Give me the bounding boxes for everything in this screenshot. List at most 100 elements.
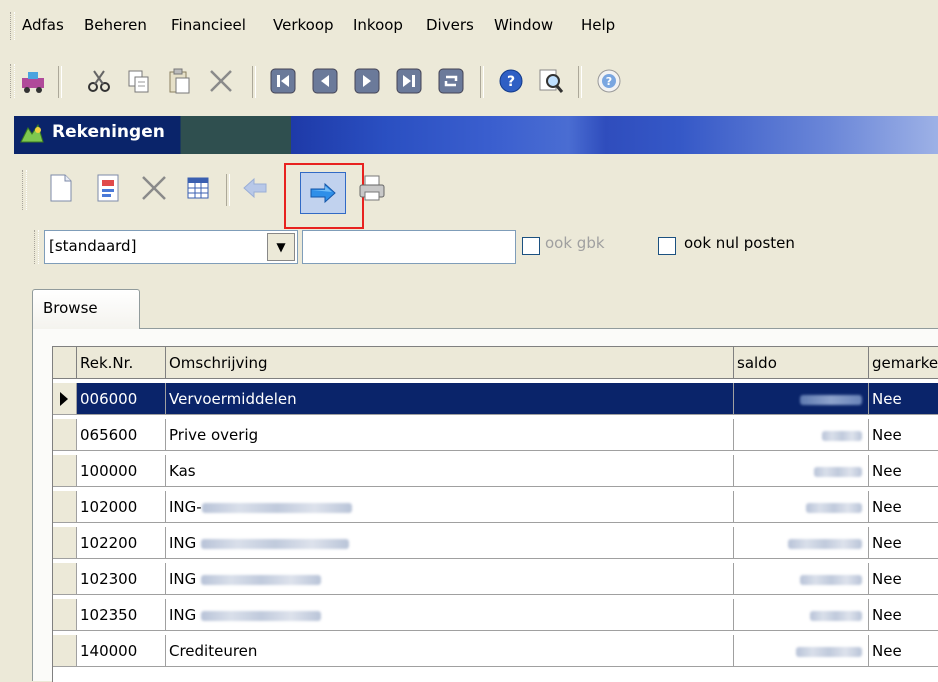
menu-verkoop[interactable]: Verkoop bbox=[270, 12, 337, 38]
cell-omschrijving[interactable]: Crediteuren bbox=[166, 635, 734, 667]
cell-saldo[interactable] bbox=[734, 491, 869, 523]
table-row[interactable]: 102350 ING Nee bbox=[53, 599, 938, 631]
new-icon[interactable] bbox=[42, 170, 78, 206]
search-input[interactable] bbox=[302, 230, 516, 264]
back-arrow-icon[interactable] bbox=[238, 170, 274, 206]
cell-gemarkeerd[interactable]: Nee bbox=[869, 599, 938, 631]
cell-saldo[interactable] bbox=[734, 383, 869, 415]
previous-record-icon[interactable] bbox=[310, 66, 340, 96]
edit-icon[interactable] bbox=[90, 170, 126, 206]
first-record-icon[interactable] bbox=[268, 66, 298, 96]
ook-nul-checkbox[interactable] bbox=[658, 237, 676, 255]
cell-reknr[interactable]: 102350 bbox=[77, 599, 166, 631]
menubar-grip[interactable] bbox=[10, 12, 15, 40]
cell-saldo[interactable] bbox=[734, 563, 869, 595]
table-row[interactable]: 140000 Crediteuren Nee bbox=[53, 635, 938, 667]
menu-inkoop[interactable]: Inkoop bbox=[350, 12, 406, 38]
redacted-value bbox=[806, 502, 862, 513]
preset-combo[interactable]: [standaard] ▼ bbox=[44, 230, 298, 264]
cell-gemarkeerd[interactable]: Nee bbox=[869, 635, 938, 667]
row-indicator bbox=[53, 599, 77, 631]
menu-window[interactable]: Window bbox=[491, 12, 556, 38]
column-header-saldo[interactable]: saldo bbox=[734, 347, 869, 379]
cell-reknr[interactable]: 100000 bbox=[77, 455, 166, 487]
cell-gemarkeerd[interactable]: Nee bbox=[869, 455, 938, 487]
cell-gemarkeerd[interactable]: Nee bbox=[869, 383, 938, 415]
filter-grip[interactable] bbox=[34, 230, 39, 264]
row-indicator bbox=[53, 419, 77, 451]
print-icon[interactable] bbox=[354, 170, 390, 206]
current-row-arrow-icon bbox=[60, 392, 68, 406]
cell-gemarkeerd[interactable]: Nee bbox=[869, 491, 938, 523]
cell-reknr[interactable]: 102000 bbox=[77, 491, 166, 523]
cell-reknr[interactable]: 065600 bbox=[77, 419, 166, 451]
redacted-value bbox=[201, 610, 322, 621]
cell-reknr[interactable]: 140000 bbox=[77, 635, 166, 667]
refresh-icon[interactable] bbox=[436, 66, 466, 96]
cell-gemarkeerd[interactable]: Nee bbox=[869, 419, 938, 451]
cell-saldo[interactable] bbox=[734, 455, 869, 487]
table-row[interactable]: 006000 Vervoermiddelen Nee bbox=[53, 383, 938, 415]
cell-text: ING bbox=[169, 570, 197, 588]
cut-icon[interactable] bbox=[84, 66, 114, 96]
search-icon[interactable] bbox=[536, 66, 566, 96]
cell-omschrijving[interactable]: Kas bbox=[166, 455, 734, 487]
ook-nul-label: ook nul posten bbox=[684, 234, 795, 252]
toolbar-separator bbox=[58, 66, 62, 98]
cell-omschrijving[interactable]: Vervoermiddelen bbox=[166, 383, 734, 415]
main-toolbar: ? ? bbox=[0, 52, 938, 112]
tab-browse[interactable]: Browse bbox=[32, 289, 140, 329]
cell-saldo[interactable] bbox=[734, 527, 869, 559]
cell-omschrijving[interactable]: ING bbox=[166, 563, 734, 595]
menu-adfas[interactable]: Adfas bbox=[19, 12, 67, 38]
cell-saldo[interactable] bbox=[734, 635, 869, 667]
menu-financieel[interactable]: Financieel bbox=[168, 12, 249, 38]
toolbar-grip[interactable] bbox=[10, 64, 15, 98]
help-icon[interactable]: ? bbox=[496, 66, 526, 96]
cell-text: ING bbox=[169, 534, 197, 552]
copy-icon[interactable] bbox=[124, 66, 154, 96]
window-title: Rekeningen bbox=[52, 122, 165, 142]
cell-reknr[interactable]: 102200 bbox=[77, 527, 166, 559]
column-header-omschrijving[interactable]: Omschrijving bbox=[166, 347, 734, 379]
cell-gemarkeerd[interactable]: Nee bbox=[869, 563, 938, 595]
table-row[interactable]: 102300 ING Nee bbox=[53, 563, 938, 595]
cell-omschrijving[interactable]: ING- bbox=[166, 491, 734, 523]
cell-gemarkeerd[interactable]: Nee bbox=[869, 527, 938, 559]
accounts-grid[interactable]: Rek.Nr. Omschrijving saldo gemarkeerd 00… bbox=[52, 346, 938, 682]
table-row[interactable]: 065600 Prive overig Nee bbox=[53, 419, 938, 451]
cell-reknr[interactable]: 006000 bbox=[77, 383, 166, 415]
menu-divers[interactable]: Divers bbox=[423, 12, 477, 38]
chevron-down-icon[interactable]: ▼ bbox=[267, 233, 295, 261]
cell-reknr[interactable]: 102300 bbox=[77, 563, 166, 595]
menu-beheren[interactable]: Beheren bbox=[81, 12, 150, 38]
cell-saldo[interactable] bbox=[734, 599, 869, 631]
menu-help[interactable]: Help bbox=[578, 12, 618, 38]
window-titlebar[interactable]: Rekeningen bbox=[14, 116, 938, 154]
table-row[interactable]: 102200 ING Nee bbox=[53, 527, 938, 559]
cell-omschrijving[interactable]: ING bbox=[166, 599, 734, 631]
table-row[interactable]: 102000 ING- Nee bbox=[53, 491, 938, 523]
ook-gbk-checkbox[interactable] bbox=[522, 237, 540, 255]
redacted-value bbox=[822, 430, 862, 441]
paste-icon[interactable] bbox=[164, 66, 194, 96]
row-indicator bbox=[53, 491, 77, 523]
delete-icon[interactable] bbox=[206, 66, 236, 96]
cell-omschrijving[interactable]: ING bbox=[166, 527, 734, 559]
next-record-icon[interactable] bbox=[352, 66, 382, 96]
record-toolbar-grip[interactable] bbox=[22, 170, 27, 210]
table-row[interactable]: 100000 Kas Nee bbox=[53, 455, 938, 487]
about-icon[interactable]: ? bbox=[594, 66, 624, 96]
app-icon[interactable] bbox=[18, 66, 48, 96]
column-header-gemarkeerd[interactable]: gemarkeerd bbox=[869, 347, 938, 379]
cell-text: ING- bbox=[169, 498, 202, 516]
cell-omschrijving[interactable]: Prive overig bbox=[166, 419, 734, 451]
toolbar-separator bbox=[480, 66, 484, 98]
delete-record-icon[interactable] bbox=[136, 170, 172, 206]
cell-saldo[interactable] bbox=[734, 419, 869, 451]
last-record-icon[interactable] bbox=[394, 66, 424, 96]
grid-icon[interactable] bbox=[180, 170, 216, 206]
redacted-value bbox=[814, 466, 862, 477]
column-header-reknr[interactable]: Rek.Nr. bbox=[77, 347, 166, 379]
highlight-box bbox=[284, 163, 364, 229]
